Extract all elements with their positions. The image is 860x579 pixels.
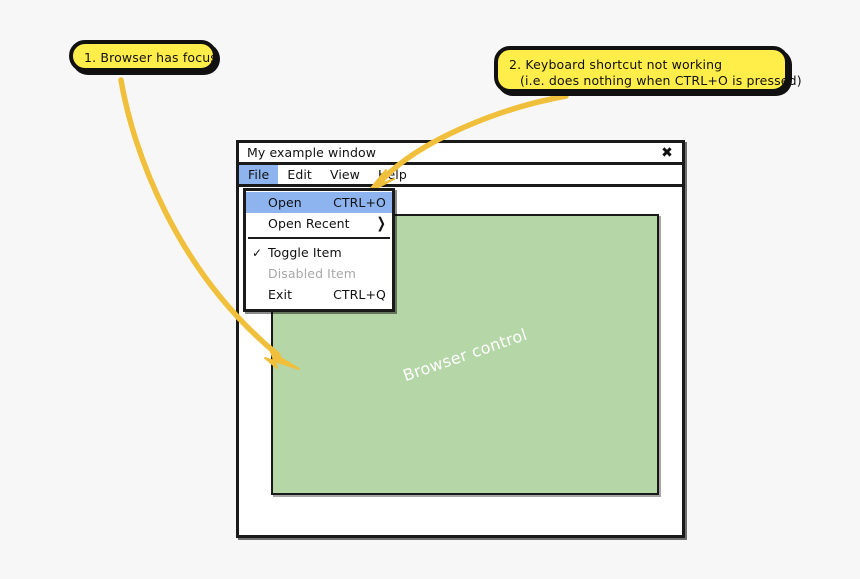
menu-item-open-label: Open — [268, 195, 302, 210]
window-title: My example window — [247, 145, 377, 160]
callout-2-line-2: (i.e. does nothing when CTRL+O is presse… — [520, 73, 802, 88]
menu-item-exit[interactable]: Exit CTRL+Q — [246, 284, 392, 305]
menu-item-toggle-item-label: Toggle Item — [268, 245, 342, 260]
close-icon[interactable]: ✖ — [659, 145, 675, 161]
menu-bar-item-file[interactable]: File — [239, 165, 279, 184]
callout-browser-has-focus: 1. Browser has focus — [69, 40, 217, 72]
check-icon: ✓ — [252, 245, 263, 260]
menu-bar: File Edit View Help — [239, 165, 682, 187]
menu-item-open-recent-label: Open Recent — [268, 216, 350, 231]
menu-item-open-shortcut: CTRL+O — [333, 195, 386, 210]
menu-item-exit-shortcut: CTRL+Q — [333, 287, 386, 302]
menu-item-exit-label: Exit — [268, 287, 293, 302]
menu-item-open[interactable]: Open CTRL+O — [246, 192, 392, 213]
callout-1-line-1: 1. Browser has focus — [84, 50, 217, 65]
menu-item-disabled-item-label: Disabled Item — [268, 266, 357, 281]
chevron-right-icon: ❯ — [376, 214, 386, 233]
callout-2-line-1: 2. Keyboard shortcut not working — [509, 57, 723, 72]
browser-control-label: Browser control — [400, 324, 530, 385]
file-dropdown-menu: Open CTRL+O Open Recent ❯ ✓ Toggle Item … — [243, 188, 395, 312]
menu-bar-item-view[interactable]: View — [321, 165, 369, 184]
menu-item-disabled-item: Disabled Item — [246, 263, 392, 284]
title-bar: My example window ✖ — [239, 143, 682, 165]
menu-bar-item-help[interactable]: Help — [369, 165, 416, 184]
callout-keyboard-shortcut: 2. Keyboard shortcut not working (i.e. d… — [494, 46, 802, 93]
menu-separator — [248, 237, 390, 239]
diagram-canvas: 1. Browser has focus 2. Keyboard shortcu… — [0, 0, 860, 579]
menu-item-toggle-item[interactable]: ✓ Toggle Item — [246, 242, 392, 263]
menu-item-open-recent[interactable]: Open Recent ❯ — [246, 213, 392, 234]
menu-bar-item-edit[interactable]: Edit — [278, 165, 321, 184]
